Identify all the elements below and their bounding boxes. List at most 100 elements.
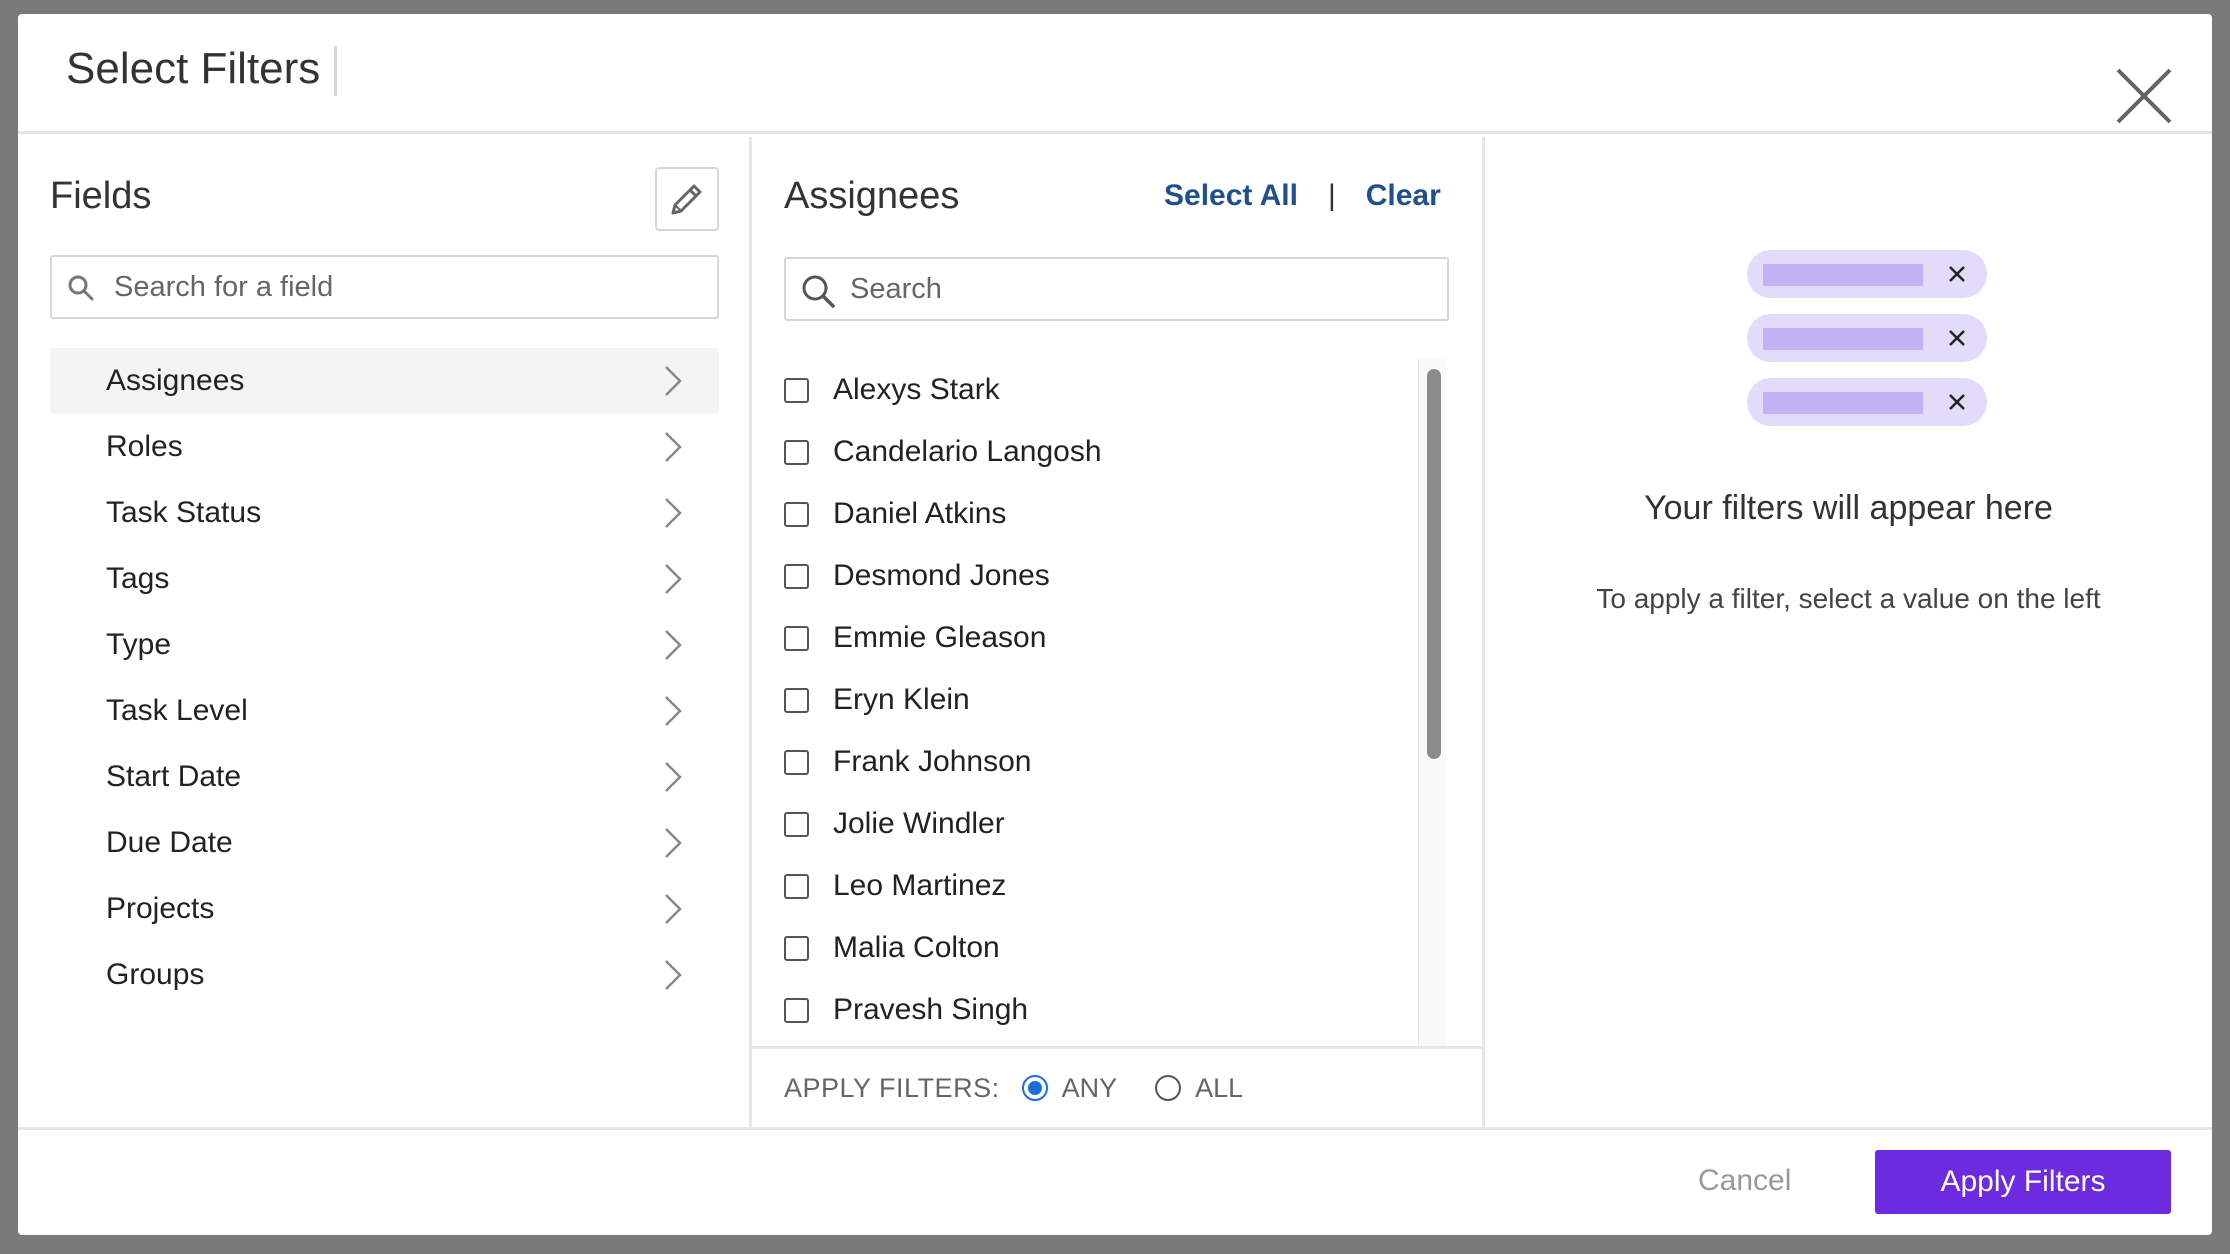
assignee-checkbox[interactable] [784,749,809,775]
apply-filters-button[interactable]: Apply Filters [1875,1150,2171,1214]
value-search-input[interactable] [850,259,1430,319]
field-item-tags[interactable]: Tags [50,546,719,612]
radio-any[interactable] [1021,1075,1048,1101]
field-item-task-status[interactable]: Task Status [50,480,719,546]
field-search-box [50,255,719,319]
field-item-label: Task Status [106,496,262,529]
field-item-start-date[interactable]: Start Date [50,744,719,810]
field-item-type[interactable]: Type [50,612,719,678]
assignee-label: Emmie Gleason [833,621,1047,654]
search-icon [802,275,835,308]
x-icon [1949,394,1965,410]
assignee-checkbox[interactable] [784,935,809,961]
scrollbar-thumb[interactable] [1427,369,1441,759]
cancel-button[interactable]: Cancel [1698,1164,1791,1198]
actions-separator: | [1327,179,1336,212]
field-item-assignees[interactable]: Assignees [50,348,719,414]
assignee-option[interactable]: Daniel Atkins [784,483,1404,545]
field-item-label: Groups [106,958,205,991]
assignee-checkbox[interactable] [784,439,809,465]
field-item-label: Type [106,628,172,661]
field-item-projects[interactable]: Projects [50,876,719,942]
assignee-checkbox[interactable] [784,811,809,837]
assignee-option[interactable]: Leo Martinez [784,855,1404,917]
assignee-option[interactable]: Desmond Jones [784,545,1404,607]
pencil-icon [671,184,702,215]
x-icon [1949,330,1965,346]
assignee-label: Frank Johnson [833,745,1032,778]
assignee-option[interactable]: Frank Johnson [784,731,1404,793]
chevron-right-icon [665,630,682,660]
assignee-label: Daniel Atkins [833,497,1007,530]
assignee-label: Leo Martinez [833,869,1007,902]
assignee-option[interactable]: Jolie Windler [784,793,1404,855]
field-item-label: Start Date [106,760,242,793]
pill-bar [1763,264,1923,286]
field-item-label: Roles [106,430,183,463]
placeholder-pill [1747,314,1987,362]
chevron-right-icon [665,762,682,792]
scrollbar-track[interactable] [1418,359,1446,1046]
assignee-option[interactable]: Emmie Gleason [784,607,1404,669]
chevron-right-icon [665,828,682,858]
chevron-right-icon [665,432,682,462]
field-item-due-date[interactable]: Due Date [50,810,719,876]
preview-subtitle: To apply a filter, select a value on the… [1596,583,2101,614]
assignee-option[interactable]: Malia Colton [784,917,1404,979]
chevron-right-icon [665,894,682,924]
fields-heading: Fields [50,175,152,217]
assignee-checkbox[interactable] [784,997,809,1023]
search-icon [68,275,94,301]
chevron-right-icon [665,960,682,990]
assignee-option[interactable]: Alexys Stark [784,359,1404,421]
assignee-label: Candelario Langosh [833,435,1102,468]
select-all-link[interactable]: Select All [1164,179,1298,213]
assignee-option[interactable]: Candelario Langosh [784,421,1404,483]
field-item-label: Assignees [106,364,245,397]
close-button[interactable] [2110,62,2178,130]
value-list: Alexys Stark Candelario Langosh Daniel Atk… [784,359,1404,1046]
field-item-label: Projects [106,892,215,925]
assignee-checkbox[interactable] [784,625,809,651]
radio-all-label[interactable]: ALL [1195,1073,1243,1104]
field-item-roles[interactable]: Roles [50,414,719,480]
apply-filters-mode: APPLY FILTERS: ANY ALL [752,1046,1482,1127]
values-panel: Assignees Select All | Clear Alexys Star… [752,137,1485,1127]
modal-title: Select Filters [66,44,321,93]
assignee-label: Pravesh Singh [833,993,1029,1026]
chevron-right-icon [665,696,682,726]
preview-title: Your filters will appear here [1644,489,2053,527]
radio-any-label[interactable]: ANY [1062,1073,1118,1104]
assignee-option[interactable]: Pravesh Singh [784,979,1404,1041]
assignee-checkbox[interactable] [784,501,809,527]
filters-placeholder-illustration [1747,250,1997,442]
value-search-box [784,257,1449,321]
edit-fields-button[interactable] [655,167,719,231]
radio-all[interactable] [1155,1075,1182,1101]
field-item-label: Tags [106,562,170,595]
assignee-checkbox[interactable] [784,687,809,713]
preview-panel: Your filters will appear here To apply a… [1485,137,2212,1127]
assignee-checkbox[interactable] [784,377,809,403]
chevron-right-icon [665,498,682,528]
field-item-label: Due Date [106,826,233,859]
values-heading: Assignees [784,175,960,217]
assignee-label: Malia Colton [833,931,1000,964]
assignee-option[interactable]: Eryn Klein [784,669,1404,731]
clear-link[interactable]: Clear [1366,179,1441,213]
field-item-groups[interactable]: Groups [50,942,719,1008]
field-search-input[interactable] [114,257,704,317]
title-divider [334,46,337,96]
field-item-task-level[interactable]: Task Level [50,678,719,744]
field-item-label: Task Level [106,694,248,727]
assignee-checkbox[interactable] [784,563,809,589]
modal-footer: Cancel Apply Filters [18,1127,2212,1235]
values-actions: Select All | Clear [1164,179,1441,213]
assignee-label: Eryn Klein [833,683,970,716]
assignee-checkbox[interactable] [784,873,809,899]
pill-bar [1763,328,1923,350]
close-icon [2116,68,2172,124]
pill-bar [1763,392,1923,414]
placeholder-pill [1747,378,1987,426]
placeholder-pill [1747,250,1987,298]
